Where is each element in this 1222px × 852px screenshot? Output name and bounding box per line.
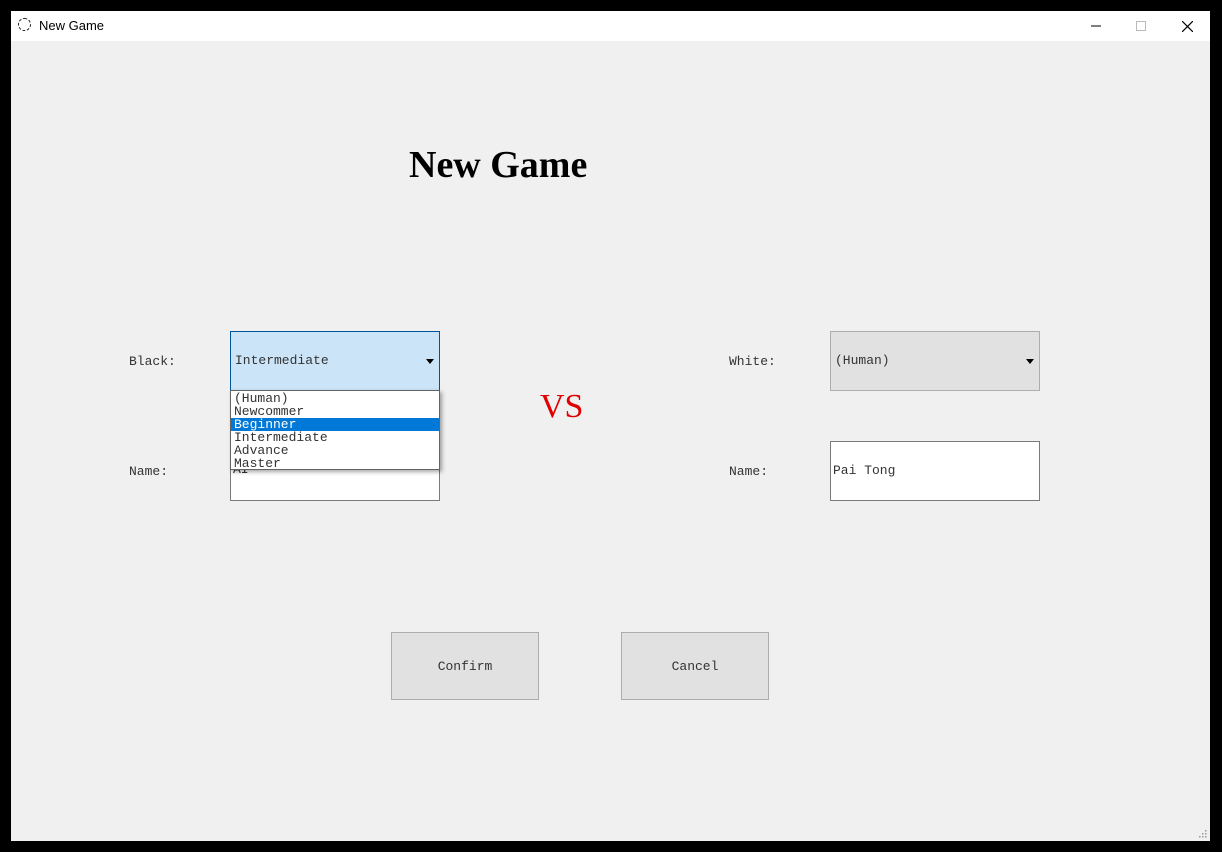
confirm-button-label: Confirm — [437, 658, 493, 674]
minimize-icon — [1091, 25, 1101, 27]
black-label: Black: — [129, 354, 176, 369]
close-icon — [1181, 20, 1193, 32]
title-bar[interactable]: New Game — [11, 11, 1210, 41]
black-player-select[interactable]: Intermediate — [230, 331, 440, 391]
chevron-down-icon — [1026, 359, 1034, 364]
vs-label: VS — [540, 388, 584, 425]
cancel-button-label: Cancel — [671, 658, 719, 674]
maximize-icon — [1136, 21, 1146, 31]
confirm-button[interactable]: Confirm — [391, 632, 539, 700]
app-icon — [18, 18, 31, 31]
white-player-select[interactable]: (Human) — [830, 331, 1040, 391]
resize-grip-icon[interactable] — [1197, 828, 1207, 838]
white-name-value: Pai Tong — [833, 463, 896, 478]
chevron-down-icon — [426, 359, 434, 364]
black-name-label: Name: — [129, 464, 169, 479]
white-name-label: Name: — [729, 464, 769, 479]
black-player-select-value: Intermediate — [235, 353, 329, 368]
page-title: New Game — [409, 144, 588, 186]
cancel-button[interactable]: Cancel — [621, 632, 769, 700]
new-game-window: New Game New Game Black: Intermediate Na… — [11, 11, 1210, 841]
black-player-dropdown-list[interactable]: (Human) Newcommer Beginner Intermediate … — [230, 390, 440, 470]
window-title: New Game — [39, 18, 105, 33]
dropdown-option-master[interactable]: Master — [231, 457, 439, 470]
close-button[interactable] — [1164, 11, 1210, 41]
minimize-button[interactable] — [1073, 11, 1119, 41]
white-label: White: — [729, 354, 776, 369]
white-name-field[interactable]: Pai Tong — [830, 441, 1040, 501]
maximize-button[interactable] — [1118, 11, 1164, 41]
white-player-select-value: (Human) — [835, 353, 890, 368]
